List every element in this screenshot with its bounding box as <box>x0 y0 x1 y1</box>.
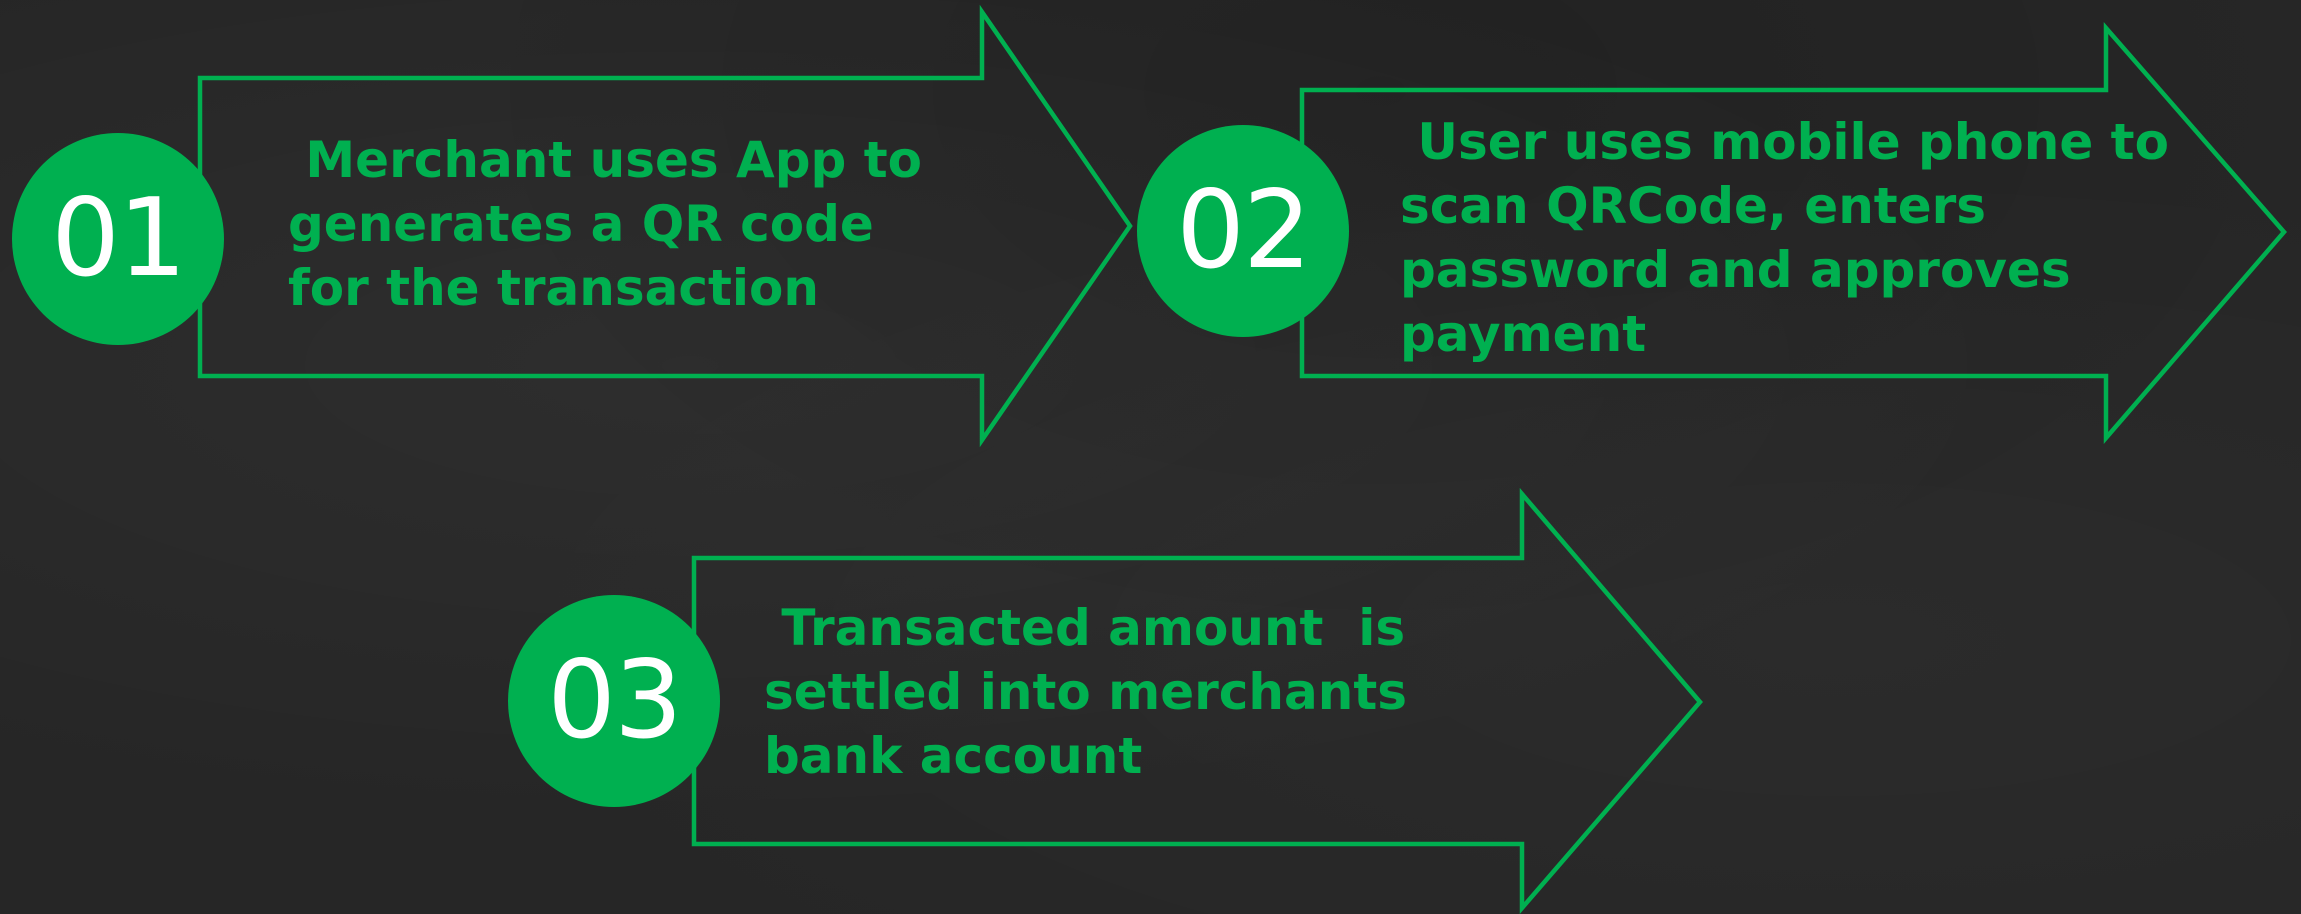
step-3-number: 03 <box>547 638 682 763</box>
step-2-badge: 02 <box>1137 125 1349 337</box>
step-1-text: Merchant uses App to generates a QR code… <box>288 131 922 317</box>
step-1-badge: 01 <box>12 133 224 345</box>
step-1-number: 01 <box>51 176 186 301</box>
step-3-text: Transacted amount is settled into mercha… <box>764 599 1408 785</box>
step-2-number: 02 <box>1176 168 1311 293</box>
step-3-badge: 03 <box>508 595 720 807</box>
process-diagram: Merchant uses App to generates a QR code… <box>0 0 2301 914</box>
step-2-text: User uses mobile phone to scan QRCode, e… <box>1400 113 2169 363</box>
